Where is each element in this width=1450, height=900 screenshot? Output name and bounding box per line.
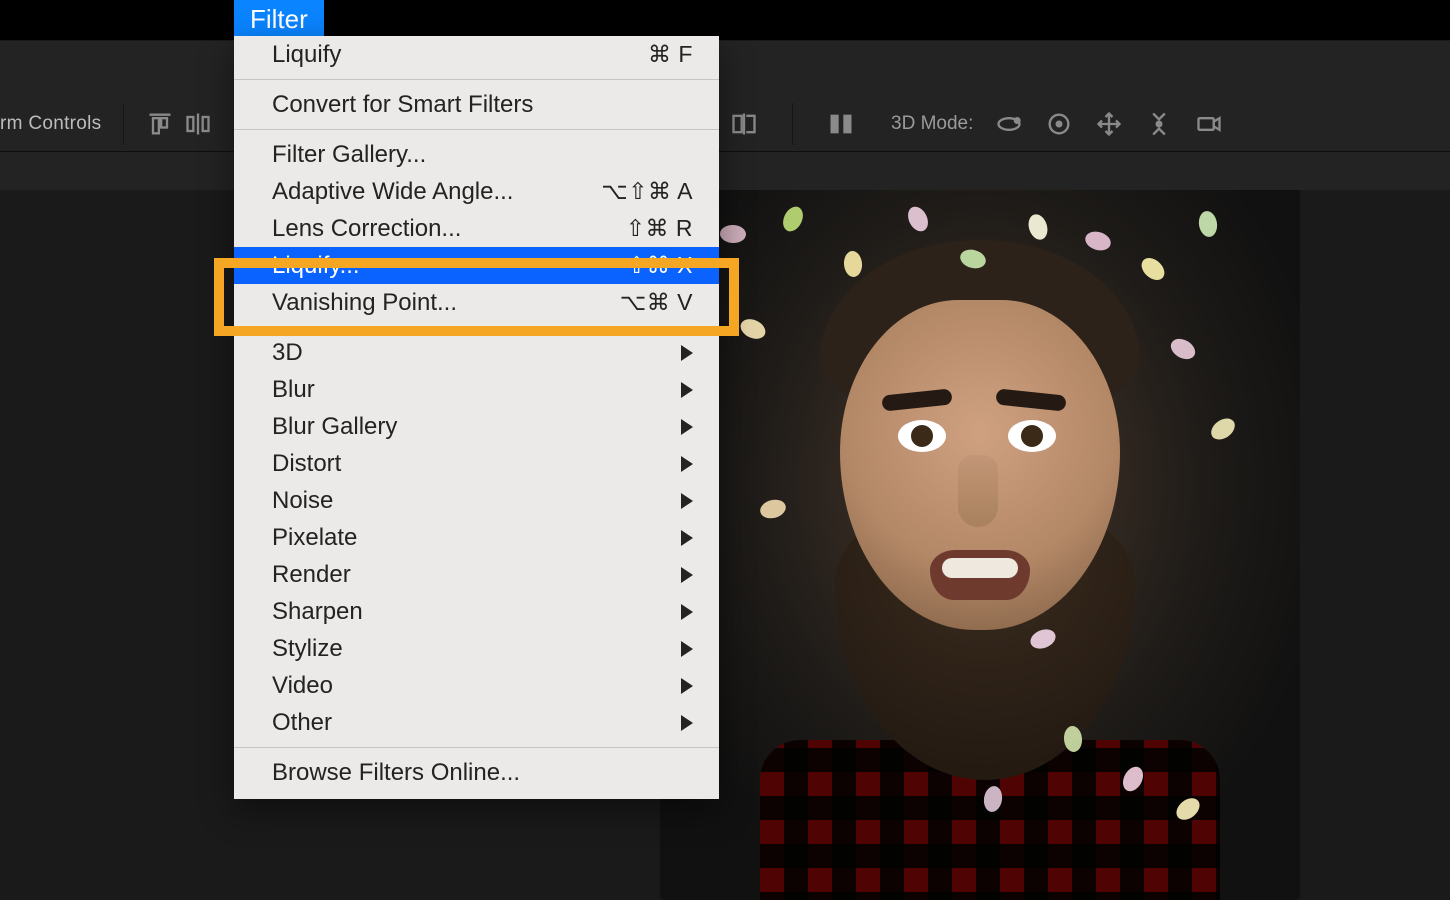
menu-item-shortcut: ⌥⇧⌘ A (601, 178, 693, 205)
submenu-arrow-icon (681, 419, 693, 435)
align-top-icon[interactable] (146, 110, 174, 138)
menu-separator (234, 747, 719, 748)
menu-item-convert-smart-filters[interactable]: Convert for Smart Filters (234, 86, 719, 123)
toolbar-separator (0, 151, 1450, 152)
flip-horizontal-icon[interactable] (730, 110, 758, 138)
menu-item-pixelate[interactable]: Pixelate (234, 519, 719, 556)
menu-item-noise[interactable]: Noise (234, 482, 719, 519)
show-transform-controls-label: rm Controls (0, 113, 101, 135)
menu-item-label: Video (272, 672, 333, 700)
submenu-arrow-icon (681, 678, 693, 694)
menu-item-label: Render (272, 561, 351, 589)
menu-item-other[interactable]: Other (234, 704, 719, 741)
menu-item-label: Liquify (272, 41, 341, 69)
menu-separator (234, 79, 719, 80)
3d-mode-label: 3D Mode: (891, 113, 973, 135)
menu-item-label: Convert for Smart Filters (272, 91, 533, 119)
menu-item-label: Liquify... (272, 252, 360, 280)
menu-item-lens-correction[interactable]: Lens Correction... ⇧⌘ R (234, 210, 719, 247)
menu-item-render[interactable]: Render (234, 556, 719, 593)
menu-item-label: Blur Gallery (272, 413, 397, 441)
menu-item-blur[interactable]: Blur (234, 371, 719, 408)
menu-item-label: Adaptive Wide Angle... (272, 178, 513, 206)
split-view-icon[interactable] (827, 110, 855, 138)
submenu-arrow-icon (681, 604, 693, 620)
menu-item-label: Sharpen (272, 598, 363, 626)
menu-item-label: Blur (272, 376, 315, 404)
menu-item-sharpen[interactable]: Sharpen (234, 593, 719, 630)
menu-item-label: Distort (272, 450, 341, 478)
menu-item--d[interactable]: 3D (234, 334, 719, 371)
document-area (0, 190, 1450, 900)
menu-item-last-filter[interactable]: Liquify ⌘ F (234, 36, 719, 73)
menu-item-label: Pixelate (272, 524, 357, 552)
submenu-arrow-icon (681, 382, 693, 398)
submenu-arrow-icon (681, 641, 693, 657)
pan-icon[interactable] (1095, 110, 1123, 138)
submenu-arrow-icon (681, 456, 693, 472)
menu-item-label: Filter Gallery... (272, 141, 426, 169)
menu-item-shortcut: ⇧⌘ R (626, 215, 693, 242)
submenu-arrow-icon (681, 345, 693, 361)
menu-item-distort[interactable]: Distort (234, 445, 719, 482)
menu-item-stylize[interactable]: Stylize (234, 630, 719, 667)
options-bar: rm Controls 3D Mode: (0, 40, 1450, 190)
menu-item-adaptive-wide-angle[interactable]: Adaptive Wide Angle... ⌥⇧⌘ A (234, 173, 719, 210)
menu-item-browse-filters-online[interactable]: Browse Filters Online... (234, 754, 719, 791)
scale-icon[interactable] (1145, 110, 1173, 138)
align-distribute-icon[interactable] (184, 110, 212, 138)
menu-separator (234, 327, 719, 328)
menu-item-shortcut: ⌘ F (648, 41, 693, 68)
menu-item-video[interactable]: Video (234, 667, 719, 704)
menu-item-label: Lens Correction... (272, 215, 461, 243)
toolbar-divider (792, 103, 793, 145)
toolbar-divider (123, 103, 124, 145)
menu-item-label: Vanishing Point... (272, 289, 457, 317)
menu-separator (234, 129, 719, 130)
menu-item-shortcut: ⌥⌘ V (620, 289, 693, 316)
submenu-arrow-icon (681, 493, 693, 509)
menu-item-vanishing-point[interactable]: Vanishing Point... ⌥⌘ V (234, 284, 719, 321)
menu-item-label: 3D (272, 339, 303, 367)
menu-item-liquify[interactable]: Liquify... ⇧⌘ X (234, 247, 719, 284)
menu-item-label: Stylize (272, 635, 343, 663)
canvas[interactable] (0, 190, 1450, 900)
menu-item-label: Browse Filters Online... (272, 759, 520, 787)
menu-item-filter-gallery[interactable]: Filter Gallery... (234, 136, 719, 173)
menubar-item-filter[interactable]: Filter (234, 0, 324, 39)
menu-item-shortcut: ⇧⌘ X (627, 252, 693, 279)
menu-item-blur-gallery[interactable]: Blur Gallery (234, 408, 719, 445)
orbit-icon[interactable] (995, 110, 1023, 138)
menu-item-label: Noise (272, 487, 333, 515)
camera-icon[interactable] (1195, 110, 1223, 138)
filter-menu-dropdown: Liquify ⌘ F Convert for Smart Filters Fi… (234, 36, 719, 799)
rotate-icon[interactable] (1045, 110, 1073, 138)
menubar: Filter (0, 0, 1450, 40)
submenu-arrow-icon (681, 530, 693, 546)
menu-item-label: Other (272, 709, 332, 737)
portrait-image (660, 190, 1300, 900)
submenu-arrow-icon (681, 715, 693, 731)
submenu-arrow-icon (681, 567, 693, 583)
